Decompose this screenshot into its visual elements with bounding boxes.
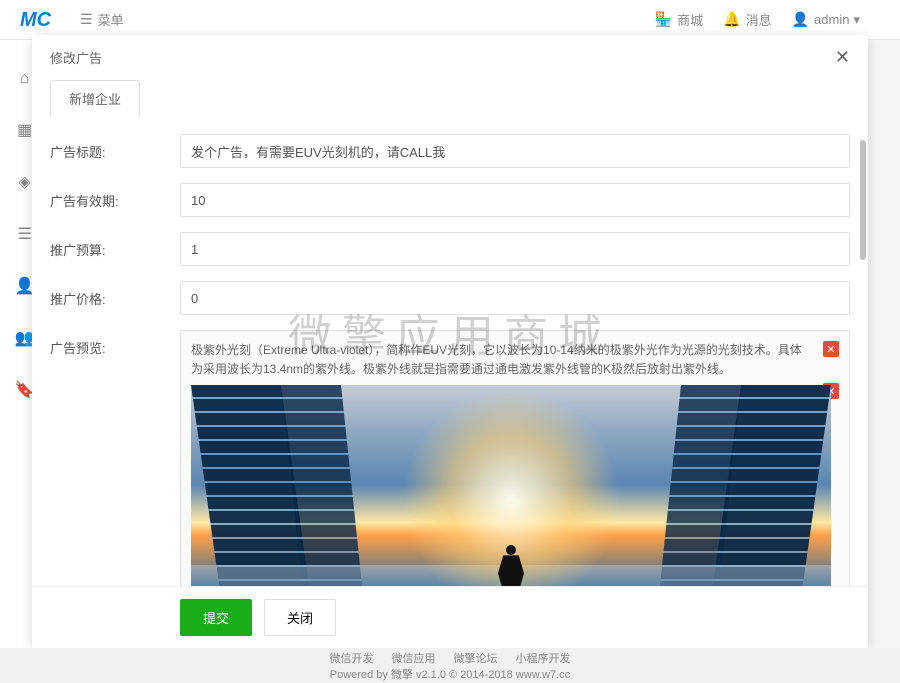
footer-copyright: Powered by 微擎 v2.1.0 © 2014-2018 www.w7.… xyxy=(330,666,570,682)
bell-icon: 🔔 xyxy=(723,11,740,28)
submit-button[interactable]: 提交 xyxy=(180,599,252,636)
footer-link-1[interactable]: 微信应用 xyxy=(392,650,436,666)
preview-box: ✕ ✕ 极紫外光刻（Extreme Ultra-violet），简称作EUV光刻… xyxy=(180,330,850,586)
modal-title: 修改广告 xyxy=(50,48,102,67)
scrollbar[interactable] xyxy=(860,140,866,260)
edit-ad-modal: 修改广告 ✕ 新增企业 广告标题: 广告有效期: 推广预算: 推广价格: 广告预… xyxy=(32,35,868,648)
label-price: 推广价格: xyxy=(50,281,180,308)
close-button[interactable]: 关闭 xyxy=(264,599,336,636)
label-validity: 广告有效期: xyxy=(50,183,180,210)
preview-text: 极紫外光刻（Extreme Ultra-violet），简称作EUV光刻，它以波… xyxy=(191,341,839,379)
label-preview: 广告预览: xyxy=(50,330,180,357)
user-icon: 👤 xyxy=(792,11,809,28)
grid-icon[interactable]: ▦ xyxy=(17,120,32,140)
footer-links: 微信开发 微信应用 微擎论坛 小程序开发 xyxy=(330,650,571,666)
label-budget: 推广预算: xyxy=(50,232,180,259)
label-ad-title: 广告标题: xyxy=(50,134,180,161)
footer-link-0[interactable]: 微信开发 xyxy=(330,650,374,666)
row-budget: 推广预算: xyxy=(50,232,850,266)
row-validity: 广告有效期: xyxy=(50,183,850,217)
row-ad-title: 广告标题: xyxy=(50,134,850,168)
modal-body: 新增企业 广告标题: 广告有效期: 推广预算: 推广价格: 广告预览: ✕ ✕ … xyxy=(32,80,868,586)
input-ad-title[interactable] xyxy=(180,134,850,168)
list-icon[interactable]: ☰ xyxy=(17,224,31,244)
message-label: 消息 xyxy=(746,10,772,29)
delete-text-button[interactable]: ✕ xyxy=(823,341,839,357)
hamburger-icon: ☰ xyxy=(80,11,93,28)
cube-icon[interactable]: ◈ xyxy=(18,172,30,192)
home-icon[interactable]: ⌂ xyxy=(20,70,30,88)
mall-label: 商城 xyxy=(677,10,703,29)
close-icon[interactable]: ✕ xyxy=(835,47,850,68)
tab-row: 新增企业 xyxy=(50,80,850,116)
shop-icon: 🏪 xyxy=(655,11,672,28)
menu-button[interactable]: ☰ 菜单 xyxy=(80,10,124,29)
message-link[interactable]: 🔔 消息 xyxy=(723,10,771,29)
mall-link[interactable]: 🏪 商城 xyxy=(655,10,703,29)
input-price[interactable] xyxy=(180,281,850,315)
modal-footer: 提交 关闭 xyxy=(32,586,868,648)
tab-new-enterprise[interactable]: 新增企业 xyxy=(50,80,140,116)
footer-link-2[interactable]: 微擎论坛 xyxy=(454,650,498,666)
footer-link-3[interactable]: 小程序开发 xyxy=(516,650,571,666)
user-menu[interactable]: 👤 admin ▾ xyxy=(792,11,860,28)
page-footer: 微信开发 微信应用 微擎论坛 小程序开发 Powered by 微擎 v2.1.… xyxy=(0,648,900,683)
user-label: admin xyxy=(814,12,849,27)
row-preview: 广告预览: ✕ ✕ 极紫外光刻（Extreme Ultra-violet），简称… xyxy=(50,330,850,586)
input-validity[interactable] xyxy=(180,183,850,217)
input-budget[interactable] xyxy=(180,232,850,266)
chevron-down-icon: ▾ xyxy=(853,12,860,28)
modal-header: 修改广告 ✕ xyxy=(32,35,868,80)
top-header: MC ☰ 菜单 🏪 商城 🔔 消息 👤 admin ▾ xyxy=(0,0,900,40)
menu-label: 菜单 xyxy=(98,10,124,29)
row-price: 推广价格: xyxy=(50,281,850,315)
preview-image xyxy=(191,385,831,586)
logo: MC xyxy=(20,9,55,31)
